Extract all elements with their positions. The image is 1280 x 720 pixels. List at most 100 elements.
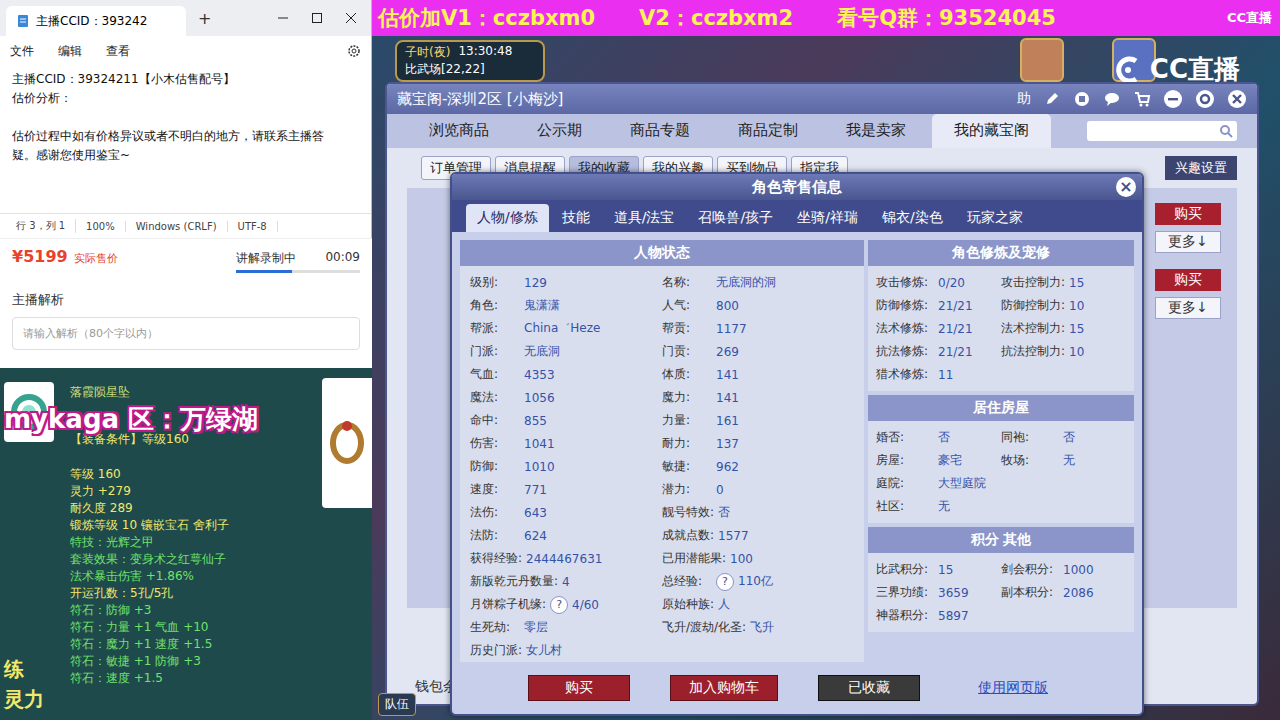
more-button[interactable]: 更多↓: [1155, 231, 1221, 253]
help-button[interactable]: 助: [1017, 90, 1031, 108]
cart-icon[interactable]: [1133, 90, 1151, 108]
buy-button[interactable]: 购买: [1155, 203, 1221, 225]
modal-tab[interactable]: 坐骑/祥瑞: [786, 204, 869, 232]
section-row: 房屋: 豪宅牧场: 无: [876, 449, 1126, 472]
item-stat: 符石：防御 +3: [70, 602, 322, 619]
field-value: 4353: [524, 368, 555, 382]
status-cell: 体质: 141: [662, 366, 854, 383]
cbg-tab[interactable]: 浏览商品: [407, 114, 511, 148]
field-value: 0/20: [938, 276, 965, 290]
price: ¥5199: [12, 247, 68, 266]
help-badge[interactable]: ?: [716, 573, 734, 591]
web-link[interactable]: 使用网页版: [960, 676, 1066, 700]
action-button[interactable]: 购买: [528, 675, 630, 701]
field-label: 猎术修炼:: [876, 366, 934, 383]
field-value: 2086: [1063, 586, 1094, 600]
field-value: 21/21: [938, 322, 973, 336]
second-item: [322, 378, 372, 508]
menu-item[interactable]: 文件: [10, 43, 34, 60]
modal-tab[interactable]: 玩家之家: [956, 204, 1034, 232]
edit-icon[interactable]: [1043, 90, 1061, 108]
cultivation-section: 角色修炼及宠修 攻击修炼: 0/20攻击控制力: 15防御修炼: 21/21防御…: [868, 240, 1134, 391]
status-row: 魔法: 1056魔力: 141: [470, 386, 854, 409]
edge-text: 练灵力: [4, 654, 64, 714]
field-label: 级别:: [470, 274, 520, 291]
menu-item[interactable]: 编辑: [58, 43, 82, 60]
action-button[interactable]: 加入购物车: [670, 675, 778, 701]
close-button[interactable]: ×: [1116, 177, 1136, 197]
cbg-tab[interactable]: 公示期: [515, 114, 604, 148]
search-box[interactable]: [1087, 121, 1237, 141]
cbg-tab[interactable]: 我是卖家: [824, 114, 928, 148]
action-button[interactable]: 已收藏: [818, 675, 920, 701]
field-value: 161: [716, 414, 739, 428]
notepad-tab[interactable]: 主播CCID：393242: [6, 6, 186, 36]
notepad-status-bar: 行 3，列 1100%Windows (CRLF)UTF-8: [0, 213, 371, 238]
item-stat: 套装效果：变身术之红萼仙子: [70, 551, 322, 568]
field-value: 1041: [524, 437, 555, 451]
row-actions: 购买 更多↓: [1155, 269, 1221, 319]
section-cell: 攻击控制力: 15: [1001, 274, 1126, 291]
cbg-tab[interactable]: 商品专题: [608, 114, 712, 148]
minimize-icon[interactable]: [277, 12, 289, 24]
cbg-tab[interactable]: 我的藏宝阁: [932, 114, 1051, 148]
notepad-text[interactable]: 主播CCID：39324211【小木估售配号】估价分析：估价过程中如有价格异议或…: [0, 66, 371, 213]
close-icon[interactable]: [1227, 89, 1247, 109]
status-table: 级别: 129名称: 无底洞的洞角色: 鬼潇潇人气: 800帮派: China゛…: [460, 266, 864, 667]
help-badge[interactable]: ?: [550, 596, 568, 614]
team-button[interactable]: 队伍: [378, 693, 416, 716]
section-cell: 婚否: 否: [876, 429, 1001, 446]
record-icon[interactable]: [1073, 90, 1091, 108]
banner-text: 看号Q群：93524045: [837, 4, 1056, 32]
cbg-tabs: 浏览商品公示期商品专题商品定制我是卖家我的藏宝阁: [387, 114, 1257, 148]
modal-titlebar: 角色寄售信息 ×: [452, 174, 1142, 200]
field-value: 269: [716, 345, 739, 359]
field-value: 15: [938, 563, 953, 577]
status-cell: 已用潜能果: 100: [662, 550, 854, 567]
field-label: 剑会积分:: [1001, 561, 1059, 578]
settings-icon[interactable]: [1195, 89, 1215, 109]
gear-icon[interactable]: [347, 44, 361, 58]
section-row: 比武积分: 15剑会积分: 1000: [876, 558, 1126, 581]
analysis-input[interactable]: 请输入解析（80个字以内）: [12, 317, 360, 350]
field-value: 2444467631: [526, 552, 602, 566]
recording-label: 讲解录制中: [236, 250, 296, 267]
modal-tab[interactable]: 锦衣/染色: [871, 204, 954, 232]
chat-icon[interactable]: [1103, 90, 1121, 108]
field-value: 1577: [718, 529, 749, 543]
search-icon[interactable]: [1219, 124, 1233, 138]
item-stat: 灵力 +279: [70, 483, 322, 500]
field-value: 1177: [716, 322, 747, 336]
status-cell: 潜力: 0: [662, 481, 854, 498]
field-value: 无底洞的洞: [716, 274, 776, 291]
modal-tab[interactable]: 人物/修炼: [466, 204, 549, 232]
new-tab-button[interactable]: +: [186, 9, 223, 28]
close-icon[interactable]: [345, 12, 357, 24]
field-value: 否: [1063, 429, 1075, 446]
window-controls: [277, 12, 371, 24]
field-label: 同袍:: [1001, 429, 1059, 446]
more-button[interactable]: 更多↓: [1155, 297, 1221, 319]
section-cell: 牧场: 无: [1001, 452, 1126, 469]
cbg-tab[interactable]: 商品定制: [716, 114, 820, 148]
field-label: 社区:: [876, 498, 934, 515]
menu-item[interactable]: 查看: [106, 43, 130, 60]
item-stat: 符石：速度 +1.5: [70, 670, 322, 687]
status-cell: 级别: 129: [470, 274, 662, 291]
maximize-icon[interactable]: [311, 12, 323, 24]
modal-tab[interactable]: 技能: [551, 204, 601, 232]
modal-tab[interactable]: 召唤兽/孩子: [687, 204, 784, 232]
interest-settings-button[interactable]: 兴趣设置: [1165, 156, 1237, 180]
minimize-icon[interactable]: [1163, 89, 1183, 109]
side-panels: 角色修炼及宠修 攻击修炼: 0/20攻击控制力: 15防御修炼: 21/21防御…: [868, 240, 1134, 662]
field-label: 魔力:: [662, 389, 712, 406]
field-value: 无底洞: [524, 343, 560, 360]
cbg-title: 藏宝阁-深圳2区 [小梅沙]: [397, 90, 563, 109]
edge-text-line: 灵力: [4, 684, 64, 714]
field-label: 帮贡:: [662, 320, 712, 337]
status-row: 速度: 771潜力: 0: [470, 478, 854, 501]
buy-button[interactable]: 购买: [1155, 269, 1221, 291]
role-info-modal: 角色寄售信息 × 人物/修炼技能道具/法宝召唤兽/孩子坐骑/祥瑞锦衣/染色玩家之…: [450, 172, 1144, 716]
modal-tab[interactable]: 道具/法宝: [603, 204, 686, 232]
portrait[interactable]: [1020, 38, 1064, 82]
